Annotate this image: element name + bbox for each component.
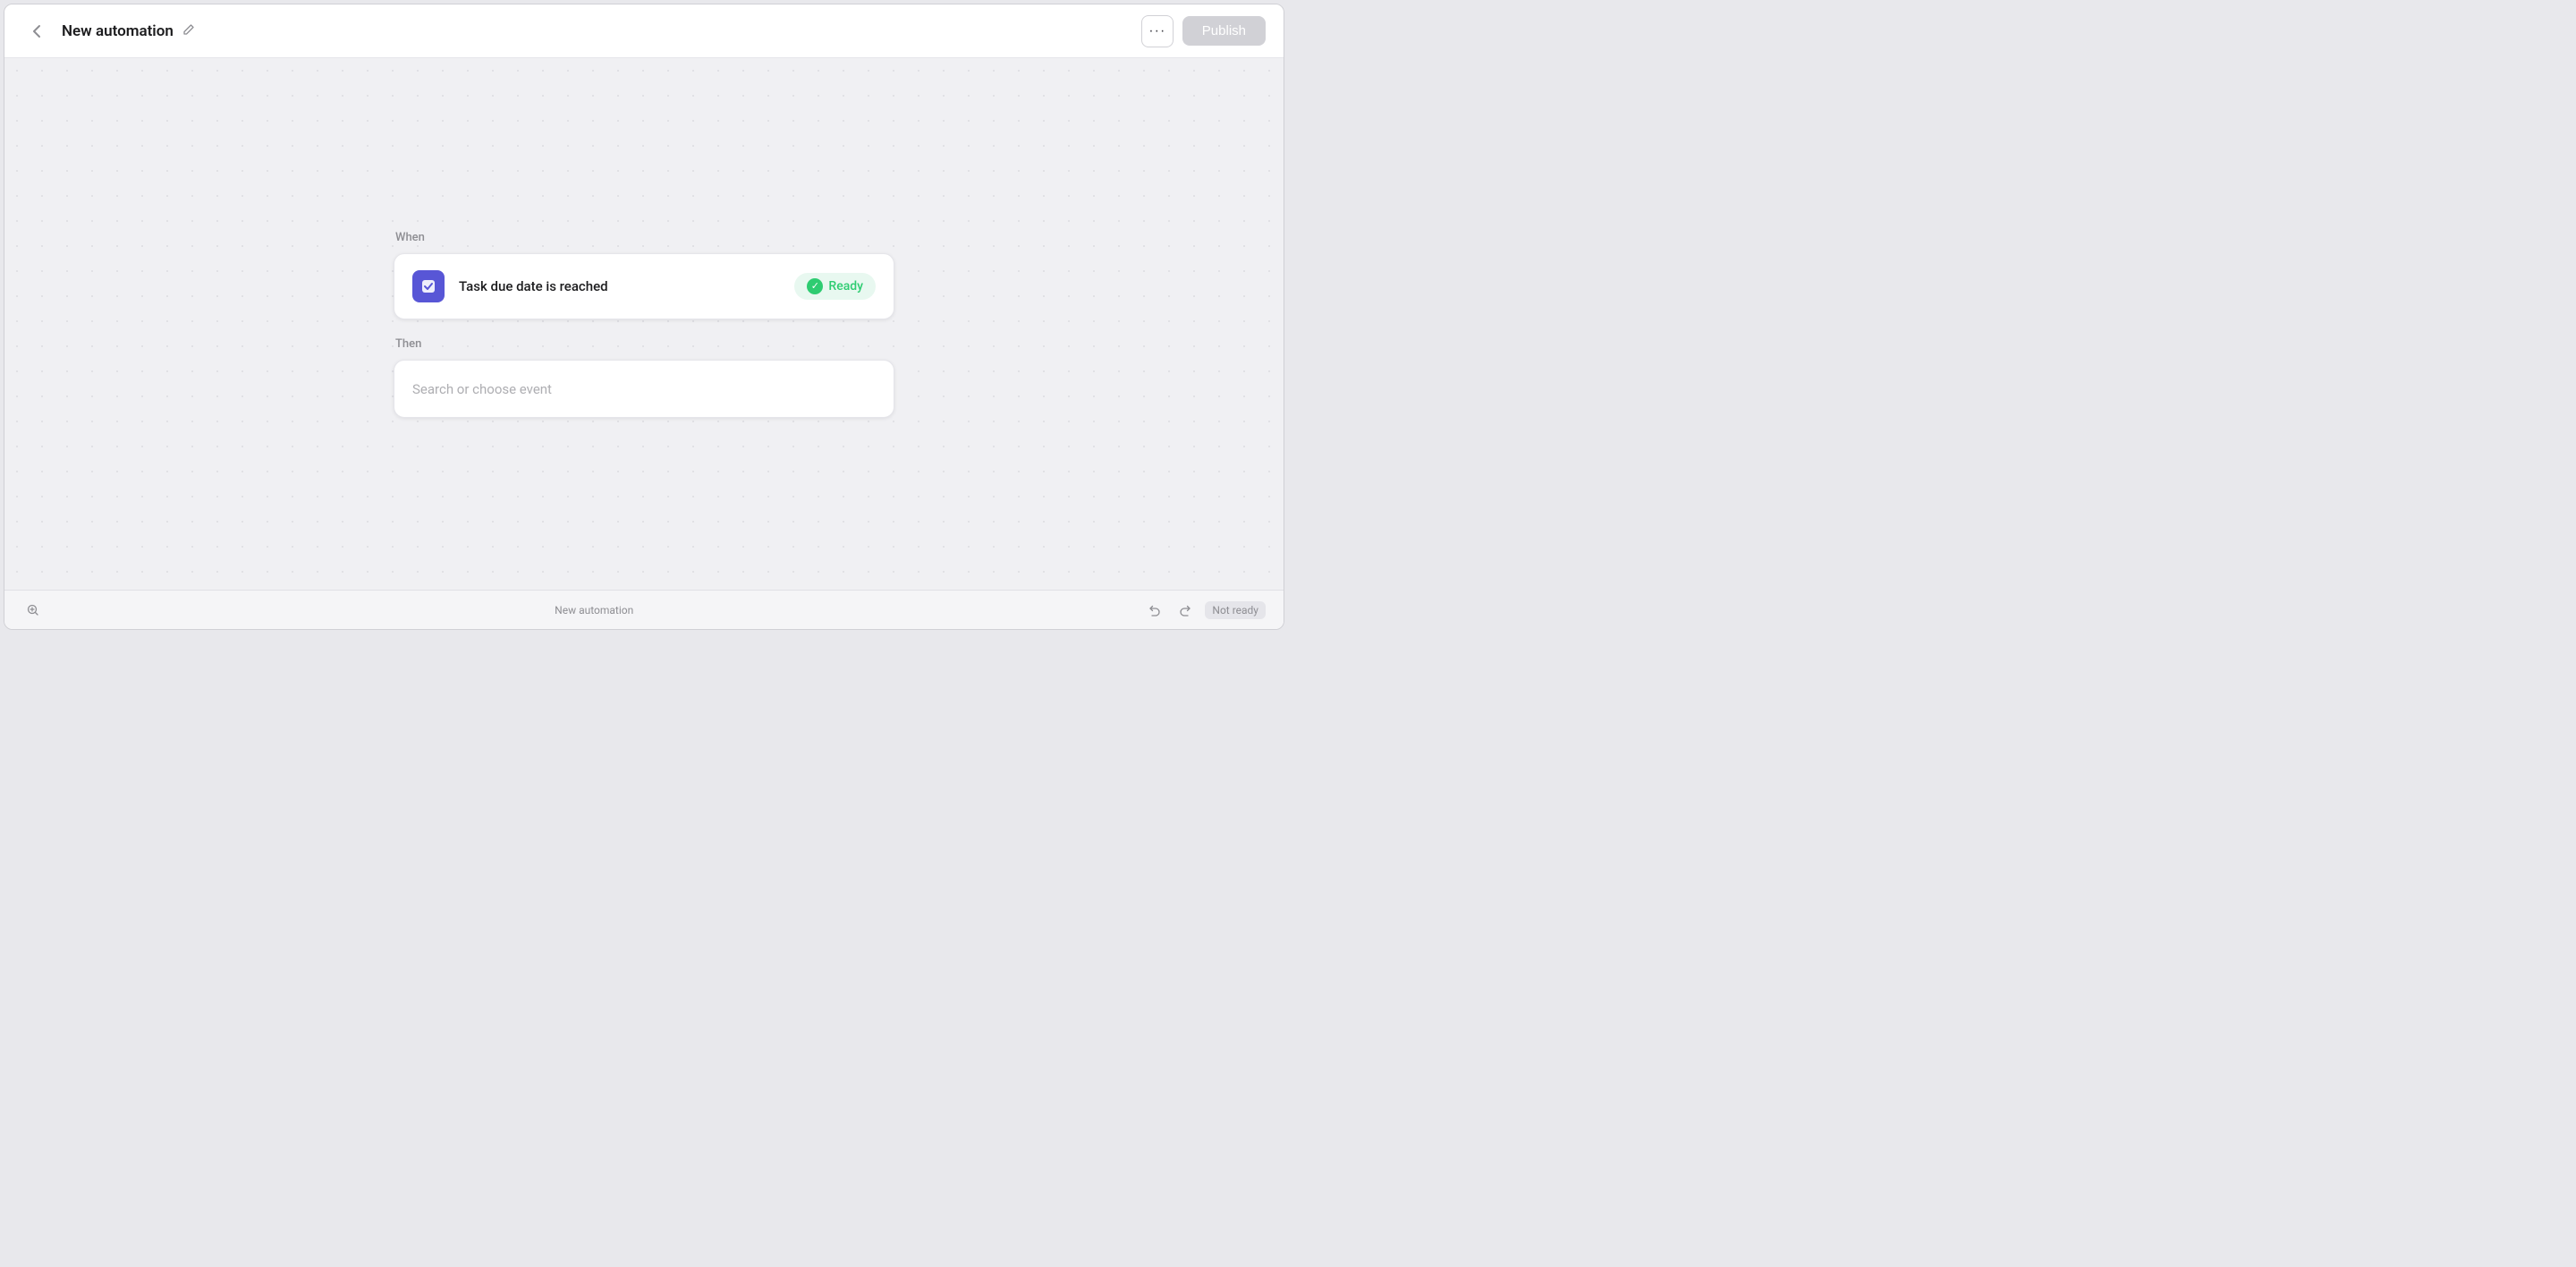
bottom-title: New automation [555,604,633,616]
more-dots: ··· [1148,23,1165,39]
trigger-label: Task due date is reached [459,278,794,294]
bottom-bar: New automation Not ready [4,590,1284,629]
ready-badge: ✓ Ready [794,273,876,300]
page-title: New automation [62,22,174,40]
redo-icon[interactable] [1174,599,1196,621]
automation-canvas: When Task due date is reached ✓ Ready [4,58,1284,590]
header-title-area: New automation [62,22,1141,40]
when-label: When [394,231,894,244]
bottom-center: New automation [555,604,633,616]
automation-window: New automation ··· Publish When [4,4,1284,630]
trigger-card[interactable]: Task due date is reached ✓ Ready [394,253,894,319]
then-section: Then Search or choose event [394,337,894,418]
when-section: When Task due date is reached ✓ Ready [394,231,894,319]
not-ready-badge: Not ready [1205,601,1266,619]
edit-icon[interactable] [182,23,195,39]
action-placeholder: Search or choose event [412,381,552,397]
trigger-icon [412,270,445,302]
undo-icon[interactable] [1144,599,1165,621]
ready-label: Ready [828,279,863,293]
bottom-left [22,599,44,621]
header: New automation ··· Publish [4,4,1284,58]
zoom-icon[interactable] [22,599,44,621]
bottom-right: Not ready [1144,599,1266,621]
header-actions: ··· Publish [1141,15,1266,47]
ready-check-icon: ✓ [807,278,823,294]
then-label: Then [394,337,894,351]
action-card[interactable]: Search or choose event [394,360,894,418]
publish-button[interactable]: Publish [1182,16,1266,46]
back-button[interactable] [22,17,51,46]
automation-flow: When Task due date is reached ✓ Ready [394,231,894,418]
more-button[interactable]: ··· [1141,15,1174,47]
